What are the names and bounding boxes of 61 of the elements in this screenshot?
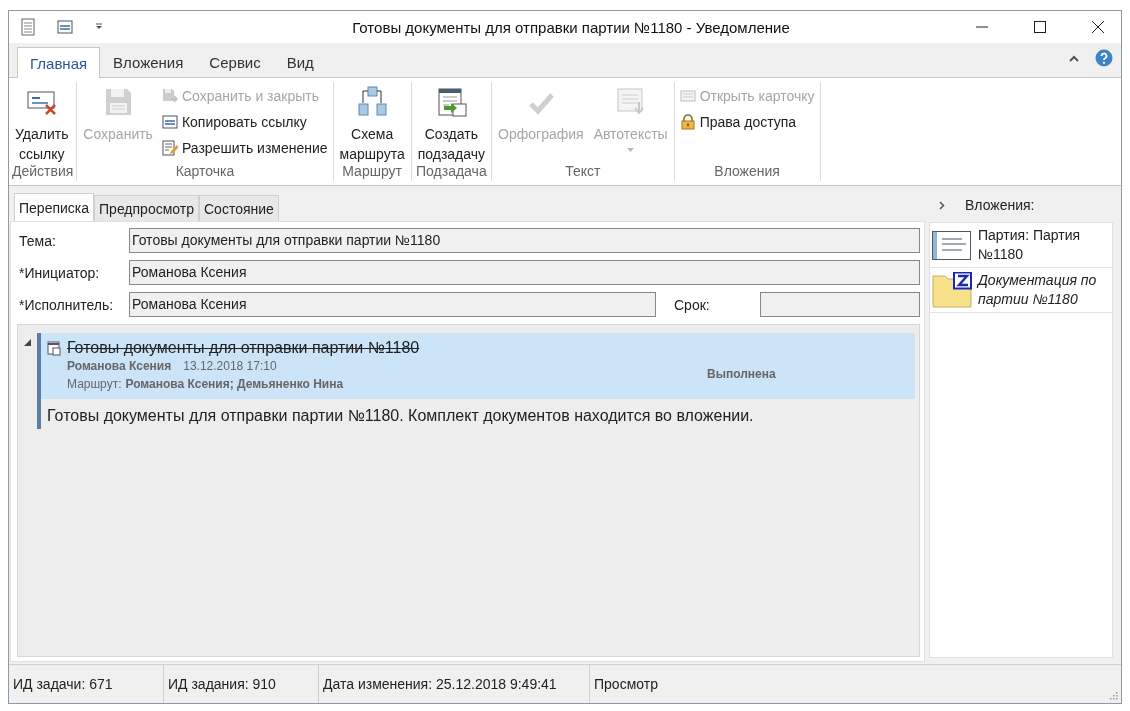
tab[interactable]: Состояние bbox=[199, 195, 279, 221]
caret-icon bbox=[627, 148, 635, 152]
flowchart-icon bbox=[356, 86, 389, 118]
card-icon bbox=[932, 229, 972, 261]
ribbon-button[interactable]: Разрешить изменение bbox=[159, 135, 330, 161]
ribbon-tab[interactable]: Вид bbox=[273, 47, 327, 77]
field-label: Тема: bbox=[18, 232, 57, 249]
calendar-icon bbox=[47, 340, 61, 356]
ribbon-group-label: Действия bbox=[12, 163, 74, 181]
text-box-icon bbox=[161, 114, 178, 130]
document-pencil-icon bbox=[161, 140, 178, 156]
resize-grip-icon bbox=[1109, 691, 1118, 700]
text-box-icon bbox=[57, 20, 73, 34]
text-field[interactable]: Готовы документы для отправки партии №1180 bbox=[129, 228, 920, 253]
ribbon-tab[interactable]: Вложения bbox=[100, 47, 197, 77]
field-label: *Инициатор: bbox=[18, 264, 101, 281]
message-status: Выполнена bbox=[707, 366, 776, 381]
ribbon-group-label: Текст bbox=[564, 163, 602, 181]
ribbon-tab[interactable]: Главная bbox=[17, 47, 101, 78]
field-label: *Исполнитель: bbox=[18, 296, 115, 313]
window-title: Готовы документы для отправки партии №1180 - Уведомление bbox=[351, 18, 791, 36]
ribbon-button[interactable]: Копировать ссылку bbox=[159, 109, 330, 135]
text-field[interactable]: Романова Ксения bbox=[129, 292, 656, 317]
help-icon bbox=[1095, 49, 1113, 67]
attachment-item[interactable]: Партия: Партия №1180 bbox=[930, 223, 1112, 268]
maximize-icon bbox=[1034, 21, 1046, 33]
message-author: Романова Ксения bbox=[67, 358, 172, 375]
ribbon-button[interactable]: Создать подзадачу bbox=[414, 82, 489, 163]
field-label: Срок: bbox=[673, 296, 711, 313]
text-field[interactable]: Романова Ксения bbox=[129, 260, 920, 285]
ribbon-tab[interactable]: Сервис bbox=[196, 47, 274, 77]
route-label: Маршрут: bbox=[67, 376, 122, 393]
attachment-item[interactable]: Документация по партии №1180 bbox=[930, 268, 1112, 313]
document-icon bbox=[21, 18, 35, 36]
ribbon-group-label: Вложения bbox=[713, 163, 781, 181]
ribbon-button[interactable]: Удалить ссылку bbox=[12, 82, 72, 163]
text-field[interactable] bbox=[760, 292, 920, 317]
folder-archive-icon bbox=[932, 272, 972, 308]
route-value: Романова Ксения; Демьяненко Нина bbox=[125, 376, 344, 393]
tab[interactable]: Переписка bbox=[14, 193, 95, 222]
card-icon bbox=[679, 88, 696, 104]
ribbon-group-label: Карточка bbox=[174, 163, 236, 181]
collapse-icon bbox=[1069, 54, 1079, 62]
ribbon-button[interactable]: Схема маршрута bbox=[336, 82, 408, 163]
attachments-title: Вложения: bbox=[965, 197, 1035, 213]
status-text: Просмотр bbox=[593, 675, 659, 694]
ribbon-button[interactable]: Права доступа bbox=[677, 109, 817, 135]
tab[interactable]: Предпросмотр bbox=[94, 195, 199, 221]
message-body: Готовы документы для отправки партии №1180. Комплект документов находится во вложении. bbox=[46, 406, 755, 426]
lock-icon bbox=[679, 114, 696, 130]
calendar-arrow-icon bbox=[435, 86, 468, 118]
floppy-arrow-icon bbox=[161, 88, 178, 104]
message-subject[interactable]: Готовы документы для отправки партии №1180 bbox=[67, 339, 420, 357]
dropdown-icon bbox=[95, 23, 103, 31]
status-text: Дата изменения: 25.12.2018 9:49:41 bbox=[319, 665, 590, 703]
close-icon bbox=[1092, 21, 1104, 33]
ribbon-group-label: Подзадача bbox=[415, 163, 488, 181]
ribbon-group-label: Маршрут bbox=[341, 163, 403, 181]
status-text: ИД задачи: 671 bbox=[9, 665, 164, 703]
status-text: ИД задания: 910 bbox=[164, 665, 319, 703]
message-date: 13.12.2018 17:10 bbox=[183, 358, 277, 375]
